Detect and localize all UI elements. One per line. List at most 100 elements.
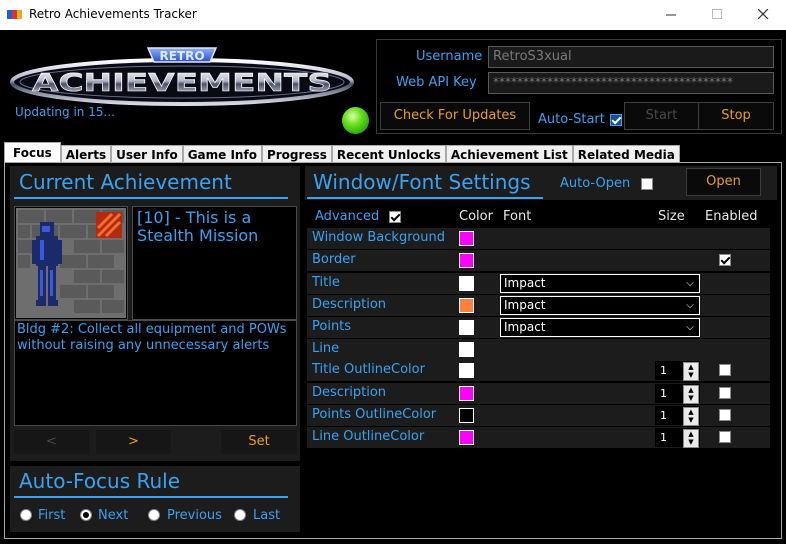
open-button[interactable]: Open [686, 168, 761, 196]
tab-user-info[interactable]: User Info [111, 145, 183, 162]
stepper-buttons[interactable]: ▲ ▼ [683, 407, 699, 426]
auto-focus-heading: Auto-Focus Rule [19, 469, 181, 493]
setting-label: Title OutlineColor [312, 362, 425, 377]
achievement-title-box: [10] - This is a Stealth Mission [132, 206, 297, 320]
retro-achievements-logo: RETRO ACHIEVEMENTS [10, 42, 355, 108]
stepper-buttons[interactable]: ▲ ▼ [683, 385, 699, 404]
api-key-field[interactable]: **************************************** [488, 72, 774, 94]
arrow-down-icon[interactable]: ▼ [684, 438, 698, 446]
color-swatch[interactable] [459, 386, 474, 401]
setting-row-window-background: Window Background [307, 228, 770, 249]
radio-first[interactable] [20, 509, 32, 521]
set-button[interactable]: Set [221, 430, 297, 454]
next-achievement-button[interactable]: > [96, 430, 171, 454]
radio-next-label: Next [98, 508, 129, 523]
size-stepper[interactable]: 1 ▲ ▼ [655, 428, 700, 448]
title-bar: Retro Achievements Tracker [0, 0, 786, 30]
app-body: RETRO ACHIEVEMENTS Updating in 15... Use… [0, 30, 786, 544]
auto-start-checkbox[interactable] [610, 114, 622, 126]
size-value: 1 [660, 431, 667, 444]
color-swatch[interactable] [459, 430, 474, 445]
tab-focus[interactable]: Focus [4, 142, 61, 162]
auto-start-label: Auto-Start [538, 112, 605, 127]
setting-label: Points OutlineColor [312, 407, 437, 422]
setting-label: Window Background [312, 230, 445, 245]
arrow-down-icon[interactable]: ▼ [684, 394, 698, 402]
color-swatch[interactable] [459, 408, 474, 423]
enabled-checkbox[interactable] [719, 409, 731, 421]
setting-label: Title [312, 275, 340, 290]
tab-recent-unlocks[interactable]: Recent Unlocks [331, 145, 446, 162]
size-stepper[interactable]: 1 ▲ ▼ [655, 361, 700, 381]
setting-row-title-outline: Title OutlineColor 1 ▲ ▼ [307, 360, 770, 381]
font-dropdown[interactable]: Impact ⌵ [500, 296, 700, 315]
color-swatch[interactable] [459, 231, 474, 246]
setting-label: Line OutlineColor [312, 429, 425, 444]
svg-text:ACHIEVEMENTS: ACHIEVEMENTS [32, 68, 332, 97]
auto-open-checkbox[interactable] [641, 178, 653, 190]
setting-row-border: Border [307, 250, 770, 271]
size-value: 1 [660, 364, 667, 377]
column-font: Font [503, 209, 532, 224]
size-stepper[interactable]: 1 ▲ ▼ [655, 406, 700, 426]
minimize-button[interactable] [648, 0, 694, 30]
color-swatch[interactable] [459, 363, 474, 378]
maximize-icon [711, 9, 722, 19]
color-swatch[interactable] [459, 253, 474, 268]
arrow-down-icon[interactable]: ▼ [684, 416, 698, 424]
setting-label: Line [312, 341, 340, 356]
font-dropdown[interactable]: Impact ⌵ [500, 274, 700, 293]
setting-label: Description [312, 297, 387, 312]
chevron-down-icon: ⌵ [681, 297, 699, 314]
color-swatch[interactable] [459, 298, 474, 313]
tab-game-info[interactable]: Game Info [182, 145, 262, 162]
tab-alerts[interactable]: Alerts [60, 145, 112, 162]
setting-row-description: Description Impact ⌵ [307, 295, 770, 316]
achievement-title: [10] - This is a Stealth Mission [137, 208, 259, 245]
tab-achievement-list[interactable]: Achievement List [445, 145, 573, 162]
color-swatch[interactable] [459, 342, 474, 357]
enabled-checkbox[interactable] [719, 254, 731, 266]
close-button[interactable] [740, 0, 786, 30]
arrow-down-icon[interactable]: ▼ [684, 371, 698, 379]
arrow-up-icon[interactable]: ▲ [684, 363, 698, 371]
setting-row-description-outline: Description 1 ▲ ▼ [307, 383, 770, 404]
radio-first-label: First [38, 508, 66, 523]
tab-progress[interactable]: Progress [261, 145, 332, 162]
arrow-up-icon[interactable]: ▲ [684, 386, 698, 394]
enabled-checkbox[interactable] [719, 387, 731, 399]
tab-bar: Focus Alerts User Info Game Info Progres… [4, 142, 680, 162]
heading-underline [307, 197, 543, 199]
enabled-checkbox[interactable] [719, 364, 731, 376]
size-stepper[interactable]: 1 ▲ ▼ [655, 384, 700, 404]
setting-row-points: Points Impact ⌵ [307, 317, 770, 338]
arrow-up-icon[interactable]: ▲ [684, 408, 698, 416]
column-color: Color [459, 209, 493, 224]
font-value: Impact [504, 320, 546, 334]
color-swatch[interactable] [459, 320, 474, 335]
check-for-updates-button[interactable]: Check For Updates [380, 102, 530, 130]
achievement-description-box: Bldg #2: Collect all equipment and POWs … [14, 320, 297, 426]
username-field[interactable]: RetroS3xual [488, 46, 774, 68]
setting-row-points-outline: Points OutlineColor 1 ▲ ▼ [307, 405, 770, 426]
tab-related-media[interactable]: Related Media [572, 145, 680, 162]
stepper-buttons[interactable]: ▲ ▼ [683, 362, 699, 381]
radio-next[interactable] [80, 509, 92, 521]
arrow-up-icon[interactable]: ▲ [684, 430, 698, 438]
heading-underline [14, 496, 288, 498]
enabled-checkbox[interactable] [719, 431, 731, 443]
column-enabled: Enabled [705, 209, 758, 224]
size-value: 1 [660, 387, 667, 400]
color-swatch[interactable] [459, 276, 474, 291]
svg-text:RETRO: RETRO [159, 49, 204, 63]
heading-underline [14, 197, 288, 199]
radio-previous[interactable] [148, 509, 160, 521]
setting-label: Description [312, 385, 387, 400]
font-dropdown[interactable]: Impact ⌵ [500, 318, 700, 337]
setting-label: Border [312, 252, 356, 267]
radio-last[interactable] [234, 509, 246, 521]
advanced-label: Advanced [315, 209, 380, 224]
advanced-checkbox[interactable] [389, 211, 401, 223]
stepper-buttons[interactable]: ▲ ▼ [683, 429, 699, 448]
stop-button[interactable]: Stop [698, 102, 774, 130]
